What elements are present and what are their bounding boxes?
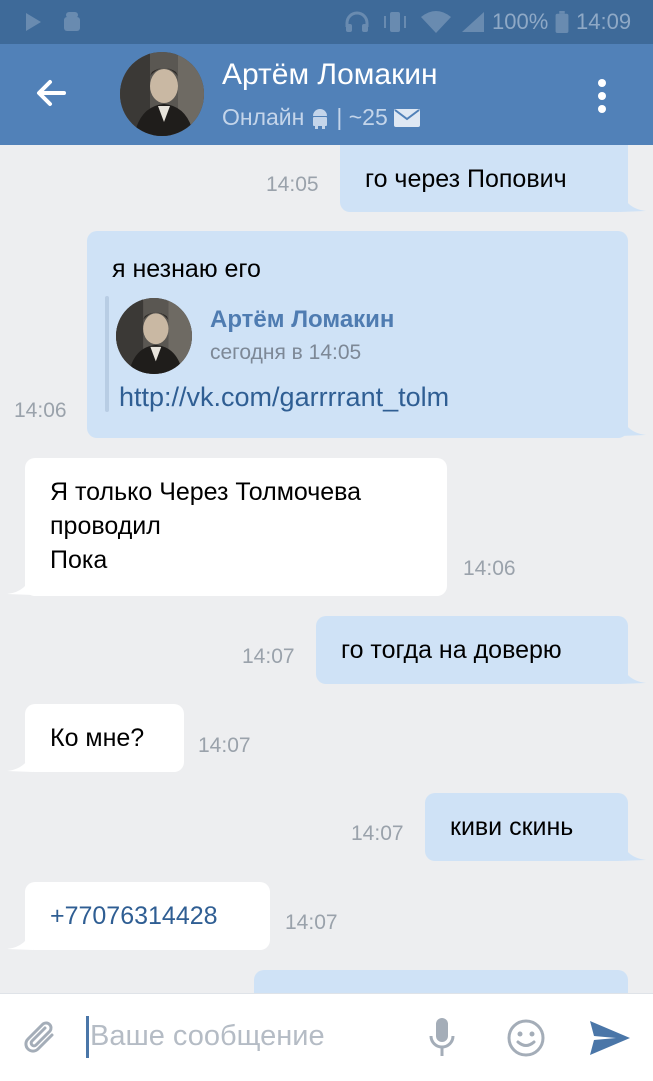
android-debug-icon [64, 12, 80, 31]
emoji-icon[interactable] [506, 1018, 546, 1058]
message-time: 14:07 [198, 734, 251, 757]
message-text-line: проводил [50, 512, 161, 540]
message-time: 14:06 [463, 557, 516, 580]
microphone-icon[interactable] [428, 1016, 456, 1060]
chat-header: Артём Ломакин Онлайн | ~25 [0, 44, 653, 145]
text-caret [86, 1016, 89, 1058]
bubble-tail [620, 189, 646, 212]
bubble-tail [7, 572, 33, 595]
message-time: 14:07 [351, 822, 404, 845]
repost-date: сегодня в 14:05 [210, 341, 362, 364]
message-list[interactable]: го через Попович 14:05 я незнаю его 14:0… [0, 145, 653, 993]
status-bar: 100% 14:09 [0, 0, 653, 44]
android-icon [313, 108, 328, 129]
bubble-tail [620, 661, 646, 684]
status-suffix: | ~25 [336, 104, 388, 130]
headset-icon [345, 11, 369, 32]
battery-icon [555, 11, 569, 33]
message-text: киви скинь [450, 813, 574, 841]
contact-status: Онлайн | ~25 [222, 104, 420, 131]
avatar[interactable] [120, 52, 204, 136]
status-clock: 14:09 [576, 9, 632, 34]
message-time: 14:05 [266, 173, 319, 196]
repost-avatar[interactable] [116, 298, 192, 374]
send-icon[interactable] [588, 1019, 632, 1057]
message-time: 14:06 [14, 399, 67, 422]
bubble-tail [620, 413, 646, 436]
play-icon [26, 13, 41, 31]
message-input[interactable]: Ваше сообщение [90, 1020, 325, 1053]
phone-link[interactable]: +77076314428 [50, 902, 218, 931]
vibrate-icon [384, 12, 406, 32]
message-text-line: Я только Через Толмочева [50, 478, 362, 506]
bubble-tail [620, 838, 646, 861]
online-status-text: Онлайн [222, 104, 305, 130]
repost-author[interactable]: Артём Ломакин [210, 306, 394, 334]
repost-bar [105, 296, 109, 412]
contact-name[interactable]: Артём Ломакин [222, 58, 438, 92]
back-arrow-icon[interactable] [34, 76, 68, 110]
more-menu-icon[interactable] [594, 76, 610, 116]
signal-icon [462, 12, 484, 32]
message-time: 14:07 [285, 911, 338, 934]
message-text: го тогда на доверю [341, 636, 562, 664]
message-text-line: Пока [50, 546, 108, 574]
message-composer: Ваше сообщение [0, 993, 653, 1081]
message-text: я незнаю его [112, 255, 261, 283]
message-text: Ко мне? [50, 724, 145, 752]
message-text: го через Попович [365, 165, 567, 193]
bubble-tail [7, 927, 33, 950]
message-time: 14:07 [242, 645, 295, 668]
message-bubble-outgoing[interactable] [254, 970, 628, 993]
bubble-tail [7, 749, 33, 772]
wifi-icon [421, 11, 451, 33]
envelope-icon [393, 108, 420, 127]
battery-percent: 100% [492, 9, 549, 34]
repost-link[interactable]: http://vk.com/garrrrant_tolm [119, 382, 449, 413]
paperclip-icon[interactable] [22, 1018, 60, 1058]
